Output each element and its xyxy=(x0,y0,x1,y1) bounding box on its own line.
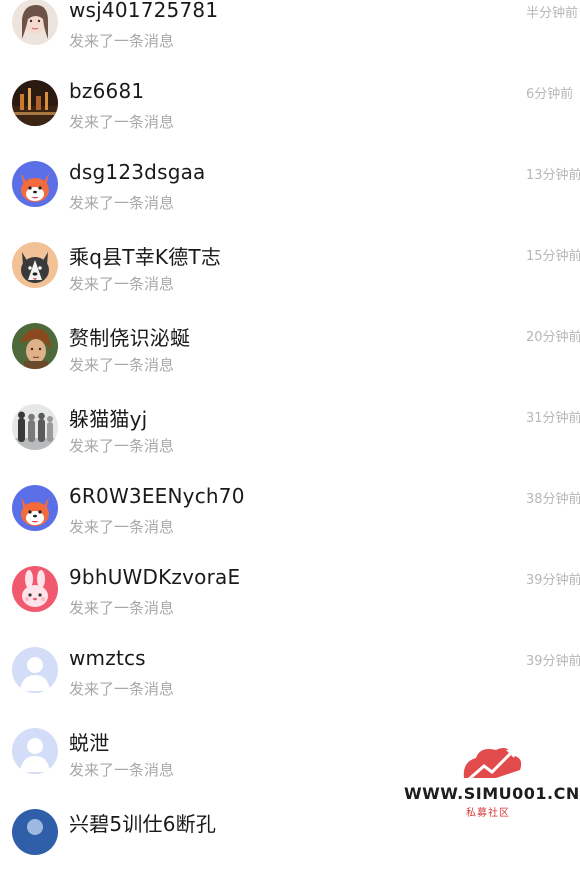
list-item[interactable]: 9bhUWDKzvoraE 发来了一条消息 39分钟前 xyxy=(0,557,580,638)
message-time: 39分钟前 xyxy=(526,573,580,588)
message-preview: 发来了一条消息 xyxy=(69,437,175,455)
message-preview: 发来了一条消息 xyxy=(69,680,175,698)
avatar-bunny-icon xyxy=(12,566,58,612)
message-preview: 发来了一条消息 xyxy=(69,32,175,50)
contact-name: 6R0W3EENych70 xyxy=(69,484,245,508)
list-item[interactable]: dsg123dsgaa 发来了一条消息 13分钟前 xyxy=(0,152,580,233)
avatar-default-icon xyxy=(12,647,58,693)
contact-name: bz6681 xyxy=(69,79,145,103)
message-time: 13分钟前 xyxy=(526,168,580,183)
watermark: WWW.SIMU001.CN 私募社区 xyxy=(404,740,580,824)
avatar-default-icon xyxy=(12,809,58,855)
message-preview: 发来了一条消息 xyxy=(69,518,175,536)
avatar-husky-icon xyxy=(12,242,58,288)
message-time: 39分钟前 xyxy=(526,654,580,669)
list-item[interactable]: 赘制侥识泌蜒 发来了一条消息 20分钟前 xyxy=(0,314,580,395)
contact-name: 赘制侥识泌蜒 xyxy=(69,326,191,350)
contact-name: dsg123dsgaa xyxy=(69,160,206,184)
avatar-default-icon xyxy=(12,728,58,774)
avatar-girl-photo-icon xyxy=(12,0,58,45)
message-time: 15分钟前 xyxy=(526,249,580,264)
list-item[interactable]: 乘q县T幸K德T志 发来了一条消息 15分钟前 xyxy=(0,233,580,314)
contact-name: 乘q县T幸K德T志 xyxy=(69,245,222,269)
list-item[interactable]: 6R0W3EENych70 发来了一条消息 38分钟前 xyxy=(0,476,580,557)
avatar-fox-icon xyxy=(12,161,58,207)
contact-name: 兴碧5训仕6断孔 xyxy=(69,812,217,836)
contact-name: 9bhUWDKzvoraE xyxy=(69,565,241,589)
contact-name: 躲猫猫yj xyxy=(69,407,148,431)
list-item[interactable]: bz6681 发来了一条消息 6分钟前 xyxy=(0,71,580,152)
message-preview: 发来了一条消息 xyxy=(69,356,175,374)
watermark-logo-icon xyxy=(463,748,522,782)
contact-name: wsj401725781 xyxy=(69,0,219,22)
list-item[interactable]: wmztcs 发来了一条消息 39分钟前 xyxy=(0,638,580,719)
message-preview: 发来了一条消息 xyxy=(69,275,175,293)
message-time: 20分钟前 xyxy=(526,330,580,345)
message-time: 半分钟前 xyxy=(526,6,579,21)
message-time: 6分钟前 xyxy=(526,87,574,102)
message-preview: 发来了一条消息 xyxy=(69,761,175,779)
message-time: 38分钟前 xyxy=(526,492,580,507)
avatar-city-night-icon xyxy=(12,80,58,126)
message-preview: 发来了一条消息 xyxy=(69,194,175,212)
message-time: 31分钟前 xyxy=(526,411,580,426)
avatar-warrior-icon xyxy=(12,323,58,369)
watermark-site: WWW.SIMU001.CN xyxy=(404,784,580,803)
watermark-label: 私募社区 xyxy=(466,808,510,819)
avatar-people-photo-icon xyxy=(12,404,58,450)
contact-name: wmztcs xyxy=(69,646,146,670)
message-preview: 发来了一条消息 xyxy=(69,599,175,617)
contact-name: 蜕泄 xyxy=(69,731,110,755)
list-item[interactable]: wsj401725781 发来了一条消息 半分钟前 xyxy=(0,0,580,71)
message-preview: 发来了一条消息 xyxy=(69,113,175,131)
avatar-fox-icon xyxy=(12,485,58,531)
list-item[interactable]: 躲猫猫yj 发来了一条消息 31分钟前 xyxy=(0,395,580,476)
